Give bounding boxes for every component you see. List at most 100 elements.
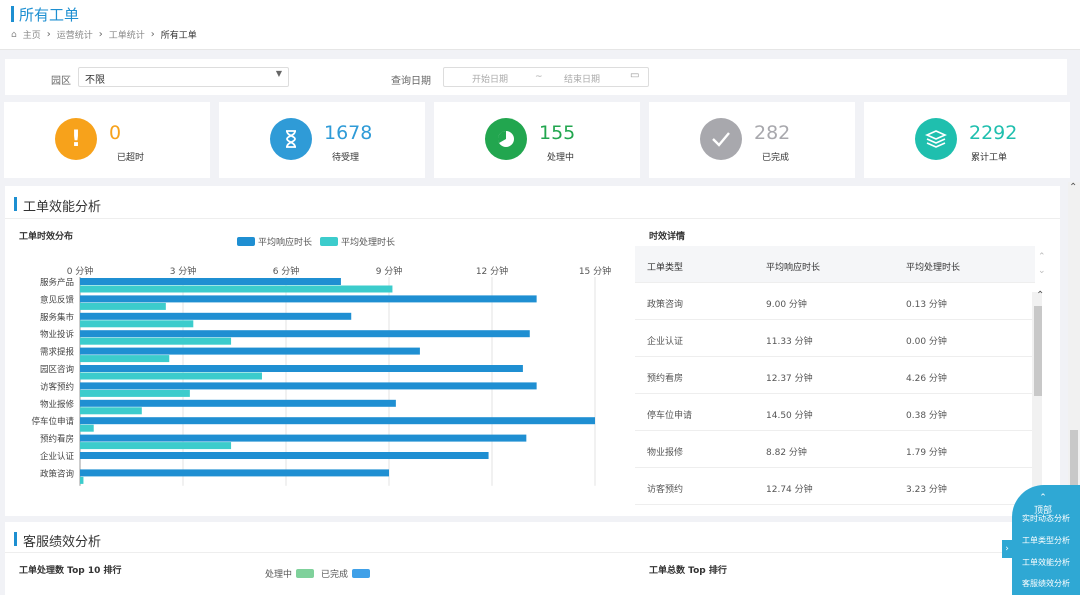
y-tick-label: 需求提报 (40, 347, 75, 358)
y-tick-label: 企业认证 (40, 451, 75, 462)
layers-icon (915, 118, 957, 160)
bar-response (80, 417, 595, 425)
cell: 预约看房 (647, 374, 684, 384)
col-header-response: 平均响应时长 (766, 263, 821, 273)
bar-process (80, 442, 232, 450)
table-row: 停车位申请 14.50 分钟 0.38 分钟 (635, 394, 1035, 431)
stat-card-processing[interactable]: 155 处理中 (434, 102, 640, 178)
cell: 0.13 分钟 (906, 300, 947, 310)
calendar-icon[interactable]: ▭ (630, 70, 639, 81)
exclamation-icon: ! (55, 118, 97, 160)
table-header: 工单类型 平均响应时长 平均处理时长 (635, 246, 1035, 283)
service-legend: 处理中 已完成 (265, 567, 373, 580)
bar-response (80, 347, 420, 355)
cell: 企业认证 (647, 337, 684, 347)
chevron-up-icon[interactable]: ⌃ (1069, 182, 1077, 193)
filter-bar: 园区 不限 ▼ 查询日期 开始日期 ~ 结束日期 ▭ (5, 59, 1067, 95)
cell: 政策咨询 (647, 300, 684, 310)
efficiency-bar-chart: 0 分钟 3 分钟 6 分钟 9 分钟 12 分钟 15 分钟服务产品意见反馈服务集市物业… (31, 265, 611, 486)
x-tick-label: 6 分钟 (273, 265, 300, 277)
nav-service[interactable]: 客服绩效分析 (1022, 578, 1070, 589)
bar-response (80, 434, 527, 442)
breadcrumb-ops[interactable]: 运营统计 (57, 28, 93, 41)
top10-title: 工单处理数 Top 10 排行 (19, 566, 122, 576)
stat-card-pending[interactable]: 1678 待受理 (219, 102, 425, 178)
total-top-title: 工单总数 Top 排行 (649, 566, 727, 576)
start-date-input[interactable]: 开始日期 (472, 72, 508, 85)
cell: 12.37 分钟 (766, 374, 813, 384)
divider (5, 552, 1060, 553)
chevron-up-icon[interactable]: ⌃ (1036, 290, 1044, 301)
y-tick-label: 预约看房 (40, 434, 74, 445)
stat-label: 累计工单 (971, 153, 1008, 163)
breadcrumb-home[interactable]: 主页 (23, 28, 41, 41)
bar-process (80, 372, 262, 380)
cell: 8.82 分钟 (766, 448, 807, 458)
y-tick-label: 访客预约 (40, 381, 74, 392)
nav-ticket-type[interactable]: 工单类型分析 (1022, 535, 1070, 546)
table-scroll-thumb[interactable] (1034, 306, 1042, 396)
cell: 0.00 分钟 (906, 337, 947, 347)
stat-card-done[interactable]: 282 已完成 (649, 102, 855, 178)
caret-down-icon: ▼ (275, 69, 282, 78)
y-tick-label: 物业投诉 (40, 329, 75, 340)
detail-table: 工单类型 平均响应时长 平均处理时长 政策咨询 9.00 分钟 0.13 分钟 企业… (635, 246, 1035, 505)
x-tick-label: 12 分钟 (476, 265, 508, 277)
pie-progress-icon (485, 118, 527, 160)
stat-value: 1678 (324, 122, 373, 144)
col-header-type: 工单类型 (647, 263, 684, 273)
table-row: 访客预约 12.74 分钟 3.23 分钟 (635, 468, 1035, 505)
x-tick-label: 0 分钟 (67, 265, 94, 277)
stat-value: 0 (109, 122, 122, 144)
chevron-up-icon: ⌃ (1039, 493, 1047, 503)
stat-card-overdue[interactable]: ! 0 已超时 (4, 102, 210, 178)
breadcrumb-ticket-stats[interactable]: 工单统计 (109, 28, 145, 41)
check-icon (700, 118, 742, 160)
bar-response (80, 278, 341, 285)
bar-process (80, 355, 170, 363)
table-scroll-arrows[interactable]: ⌃ ⌄ (1038, 250, 1046, 278)
cell: 访客预约 (647, 485, 684, 495)
collapse-nav-button[interactable]: › (1002, 540, 1012, 558)
park-select[interactable]: 不限 ▼ (78, 67, 289, 87)
legend-processing[interactable]: 处理中 (265, 567, 292, 580)
page-header: 所有工单 ⌂ 主页 › 运营统计 › 工单统计 › 所有工单 (0, 0, 1080, 50)
breadcrumb-current: 所有工单 (160, 31, 197, 41)
stat-label: 处理中 (547, 153, 575, 163)
stat-label: 待受理 (332, 153, 360, 163)
breadcrumb: ⌂ 主页 › 运营统计 › 工单统计 › 所有工单 (11, 28, 197, 41)
cell: 停车位申请 (647, 411, 693, 421)
bar-response (80, 365, 523, 372)
page-title: 所有工单 (19, 6, 80, 24)
cell: 物业报修 (647, 448, 684, 458)
chevron-right-icon: › (98, 29, 103, 40)
efficiency-panel: 工单效能分析 工单时效分布 时效详情 平均响应时长 平均处理时长 0 分钟 3 分… (5, 186, 1060, 516)
nav-realtime[interactable]: 实时动态分析 (1022, 513, 1070, 524)
park-label: 园区 (51, 76, 71, 87)
stat-value: 2292 (969, 122, 1018, 144)
date-range-picker[interactable]: 开始日期 ~ 结束日期 ▭ (443, 67, 649, 87)
table-row: 预约看房 12.37 分钟 4.26 分钟 (635, 357, 1035, 394)
x-tick-label: 3 分钟 (170, 265, 197, 277)
y-tick-label: 停车位申请 (31, 416, 74, 427)
stat-label: 已超时 (117, 153, 145, 163)
bar-process (80, 320, 194, 328)
chevron-right-icon: › (150, 29, 155, 40)
bar-response (80, 295, 537, 303)
legend-done[interactable]: 已完成 (321, 567, 348, 580)
cell: 3.23 分钟 (906, 485, 947, 495)
bar-process (80, 337, 232, 345)
stat-label: 已完成 (762, 153, 790, 163)
stat-card-total[interactable]: 2292 累计工单 (864, 102, 1070, 178)
y-tick-label: 政策咨询 (40, 468, 74, 479)
bar-process (80, 285, 393, 293)
home-icon: ⌂ (11, 29, 17, 40)
y-tick-label: 服务产品 (40, 277, 74, 288)
table-row: 企业认证 11.33 分钟 0.00 分钟 (635, 320, 1035, 357)
bar-process (80, 302, 166, 310)
nav-efficiency[interactable]: 工单效能分析 (1022, 557, 1070, 568)
hourglass-icon (270, 118, 312, 160)
col-header-process: 平均处理时长 (906, 263, 961, 273)
end-date-input[interactable]: 结束日期 (564, 72, 600, 85)
service-section-title: 客服绩效分析 (23, 535, 102, 550)
